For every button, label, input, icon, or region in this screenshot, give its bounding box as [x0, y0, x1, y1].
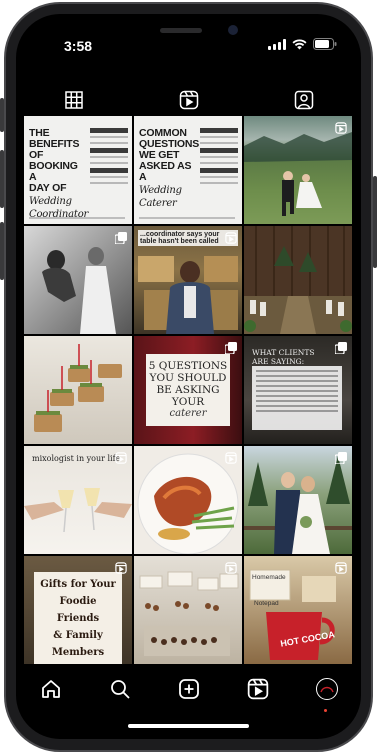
reel-badge [224, 341, 237, 359]
reels-icon [335, 122, 347, 134]
reel-badge [225, 231, 237, 249]
post-tile[interactable]: mixologist in your life [24, 446, 132, 554]
profile-tabs [16, 80, 361, 120]
reel-badge [225, 561, 237, 579]
post-tile[interactable] [24, 336, 132, 444]
reels-icon [115, 562, 127, 574]
post-tile[interactable]: ...coordinator says your table hasn't be… [134, 226, 242, 334]
nav-profile[interactable] [292, 678, 361, 712]
reel-badge [114, 231, 127, 249]
appetizers-photo [34, 344, 122, 432]
reel-badge [225, 451, 237, 469]
tagged-icon [294, 90, 313, 110]
reels-icon [247, 678, 268, 700]
post-caption-overlay: mixologist in your life [32, 454, 121, 463]
reels-icon [225, 452, 237, 464]
wifi-icon [292, 38, 307, 49]
reel-badge [115, 561, 127, 579]
post-tile[interactable]: WHAT CLIENTS ARE SAYING: [244, 336, 352, 444]
post-tile[interactable]: Homemade Notepad HOT COCOA [244, 556, 352, 664]
multi-post-icon [114, 232, 127, 245]
volume-up-button [0, 150, 4, 208]
battery-icon [313, 38, 337, 50]
tab-grid[interactable] [16, 80, 131, 120]
nav-search[interactable] [85, 678, 154, 700]
post-body-lines [90, 128, 128, 188]
post-footer-line [139, 217, 235, 219]
speaker [160, 28, 202, 33]
multi-post-icon [334, 342, 347, 355]
post-tile[interactable]: Gifts for Your Foodie Friends & Family M… [24, 556, 132, 664]
post-tile[interactable] [134, 446, 242, 554]
power-button [373, 176, 377, 268]
reels-icon [179, 90, 198, 110]
post-tile[interactable] [24, 226, 132, 334]
home-indicator[interactable] [128, 724, 249, 728]
silent-switch [0, 98, 4, 132]
post-title: THE BENEFITS OF BOOKING A DAY OF Wedding… [29, 127, 89, 221]
nav-create[interactable] [154, 678, 223, 700]
reel-badge [335, 561, 347, 579]
reels-icon [225, 562, 237, 574]
profile-avatar [315, 678, 338, 700]
reel-badge [115, 451, 127, 469]
product-label: Notepad [254, 600, 279, 607]
post-tile[interactable] [244, 226, 352, 334]
post-body-lines [200, 128, 238, 188]
post-tile[interactable] [244, 116, 352, 224]
post-tile[interactable]: THE BENEFITS OF BOOKING A DAY OF Wedding… [24, 116, 132, 224]
post-tile[interactable] [134, 556, 242, 664]
notification-dot [324, 709, 327, 712]
barn-venue-photo [244, 226, 352, 334]
reels-icon [335, 562, 347, 574]
status-icons [268, 38, 337, 50]
post-title: COMMON QUESTIONS WE GET ASKED AS A Weddi… [139, 127, 200, 210]
post-title: WHAT CLIENTS ARE SAYING: [252, 348, 315, 366]
tab-tagged[interactable] [246, 80, 361, 120]
post-tile[interactable] [244, 446, 352, 554]
brand-logo-icon [319, 686, 334, 693]
post-caption-overlay: ...coordinator says your table hasn't be… [138, 230, 238, 246]
create-icon [178, 679, 199, 699]
post-footer-line [29, 217, 125, 219]
reels-icon [225, 232, 237, 244]
status-time: 3:58 [64, 38, 93, 54]
reel-badge [334, 451, 347, 469]
tab-reels[interactable] [131, 80, 246, 120]
reel-badge [334, 341, 347, 359]
multi-post-icon [334, 452, 347, 465]
post-title-card: 5 QUESTIONS YOU SHOULD BE ASKING YOUR ca… [146, 354, 230, 426]
reel-badge [335, 121, 347, 139]
product-label: Homemade [252, 574, 286, 581]
multi-post-icon [224, 342, 237, 355]
post-tile[interactable]: COMMON QUESTIONS WE GET ASKED AS A Weddi… [134, 116, 242, 224]
reels-icon [115, 452, 127, 464]
search-icon [110, 680, 130, 699]
screen: 3:58 THE BENEFITS OF BOOKING A DAY OF We… [16, 14, 361, 739]
posts-grid: THE BENEFITS OF BOOKING A DAY OF Wedding… [24, 116, 353, 664]
volume-down-button [0, 222, 4, 280]
notch [98, 14, 279, 48]
testimonial-box [252, 366, 342, 430]
home-icon [41, 680, 60, 698]
nav-reels[interactable] [223, 678, 292, 700]
post-title-card: Gifts for Your Foodie Friends & Family M… [34, 572, 122, 664]
bottom-nav [16, 666, 361, 712]
grid-icon [64, 91, 83, 109]
post-tile[interactable]: 5 QUESTIONS YOU SHOULD BE ASKING YOUR ca… [134, 336, 242, 444]
front-camera [228, 25, 238, 35]
nav-home[interactable] [16, 678, 85, 700]
